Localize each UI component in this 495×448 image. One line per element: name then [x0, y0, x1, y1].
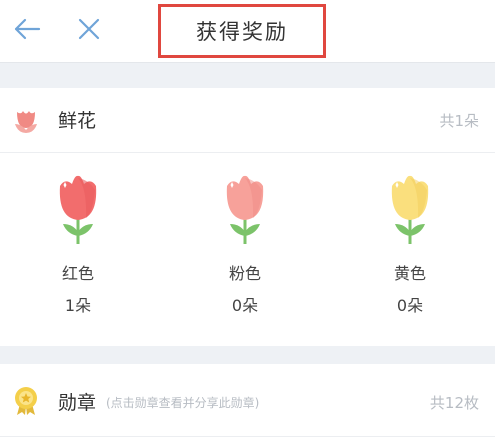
red-tulip-icon: [59, 175, 97, 244]
flowers-title: 鲜花: [58, 110, 97, 132]
medal-count: 共12枚: [429, 394, 479, 412]
medal-hint: (点击勋章查看并分享此勋章): [106, 396, 260, 410]
medal-title: 勋章: [58, 392, 97, 414]
arrow-left-icon: [14, 18, 41, 40]
close-button[interactable]: [72, 12, 106, 46]
top-bar: 获得奖励: [0, 0, 495, 63]
flower-name: 粉色: [228, 264, 261, 283]
flower-name: 红色: [61, 264, 94, 283]
page-title-highlight: 获得奖励: [158, 4, 326, 58]
flower-count: 0朵: [396, 296, 424, 315]
page-title: 获得奖励: [196, 20, 288, 44]
medal-card: 勋章 (点击勋章查看并分享此勋章) 共12枚: [0, 364, 495, 448]
flower-item-yellow[interactable]: 黄色 0朵: [370, 174, 450, 316]
flowers-header[interactable]: 鲜花 共1朵: [0, 88, 495, 153]
medal-icon: [15, 387, 37, 415]
flower-item-pink[interactable]: 粉色 0朵: [205, 174, 285, 316]
pink-tulip-icon: [226, 175, 264, 244]
flower-name: 黄色: [393, 264, 426, 283]
flower-icon: [15, 111, 37, 133]
yellow-tulip-icon: [391, 175, 429, 244]
flowers-count: 共1朵: [439, 112, 479, 130]
flower-count: 0朵: [231, 296, 259, 315]
close-icon: [78, 18, 100, 40]
flower-item-red[interactable]: 红色 1朵: [38, 174, 118, 316]
flowers-card: 鲜花 共1朵 红色 1朵 粉色 0朵 黄色 0朵: [0, 88, 495, 346]
medal-header[interactable]: 勋章 (点击勋章查看并分享此勋章) 共12枚: [0, 364, 495, 437]
back-button[interactable]: [10, 12, 44, 46]
flower-count: 1朵: [64, 296, 92, 315]
